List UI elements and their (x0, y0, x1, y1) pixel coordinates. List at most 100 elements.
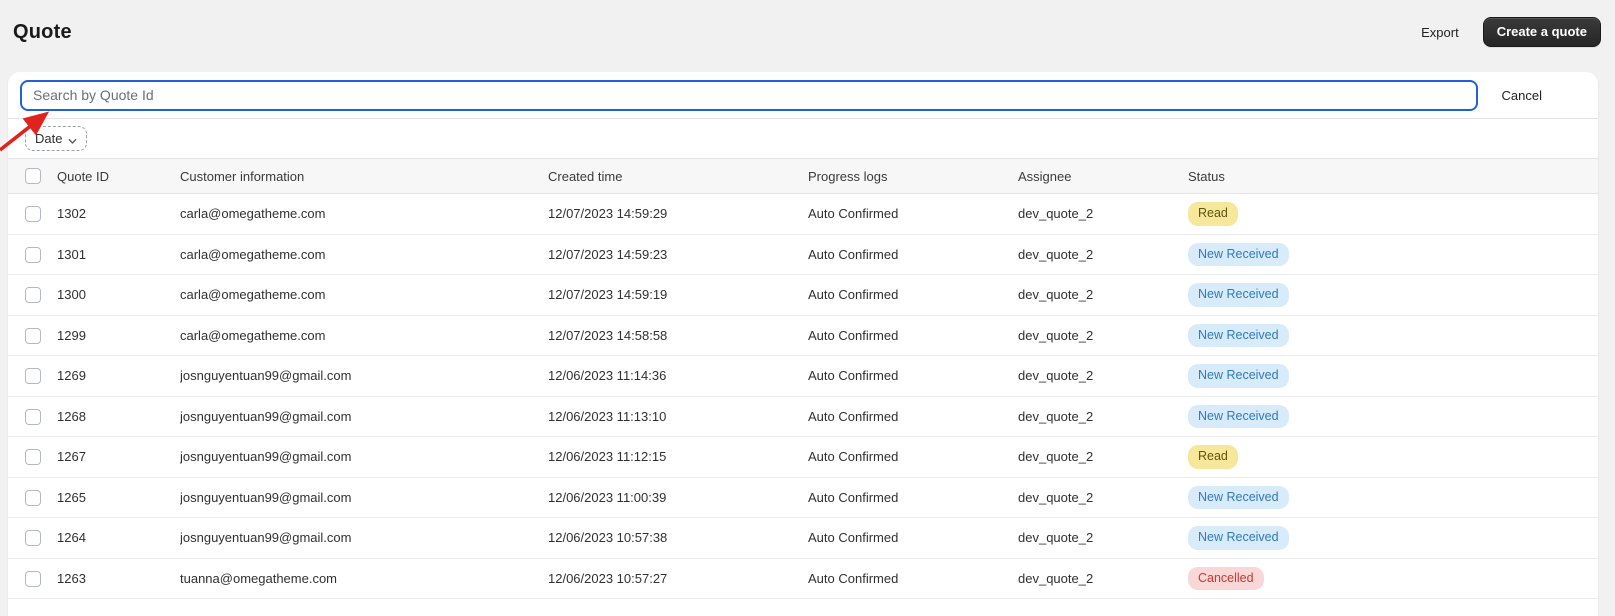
chevron-down-icon (68, 134, 77, 144)
search-input[interactable] (20, 79, 1478, 111)
customer-cell: josnguyentuan99@gmail.com (180, 530, 352, 546)
customer-cell: carla@omegatheme.com (180, 287, 326, 303)
customer-cell: josnguyentuan99@gmail.com (180, 408, 352, 424)
progress-logs-cell: Auto Confirmed (808, 570, 899, 586)
quotes-card: Cancel Date Quote ID Customer informatio… (8, 72, 1598, 616)
created-time-cell: 12/06/2023 11:13:10 (548, 408, 667, 424)
table-body: 1302 carla@omegatheme.com 12/07/2023 14:… (8, 194, 1598, 599)
progress-logs-cell: Auto Confirmed (808, 287, 899, 303)
created-time-cell: 12/06/2023 11:14:36 (548, 368, 667, 384)
quote-id-cell: 1302 (57, 206, 86, 222)
row-checkbox[interactable] (25, 206, 41, 223)
progress-logs-cell: Auto Confirmed (808, 489, 899, 505)
status-badge: New Received (1188, 283, 1289, 307)
status-badge: New Received (1188, 404, 1289, 428)
table-row[interactable]: 1268 josnguyentuan99@gmail.com 12/06/202… (8, 396, 1598, 437)
assignee-cell: dev_quote_2 (1018, 246, 1094, 262)
created-time-cell: 12/06/2023 10:57:27 (548, 570, 668, 586)
search-row: Cancel (8, 72, 1598, 119)
assignee-cell: dev_quote_2 (1018, 327, 1094, 343)
quote-id-cell: 1268 (57, 408, 86, 424)
quote-id-cell: 1301 (57, 246, 86, 262)
progress-logs-cell: Auto Confirmed (808, 327, 899, 343)
select-all-checkbox[interactable] (25, 168, 41, 185)
date-filter-button[interactable]: Date (25, 126, 88, 151)
assignee-cell: dev_quote_2 (1018, 449, 1094, 465)
row-checkbox[interactable] (25, 246, 41, 263)
assignee-cell: dev_quote_2 (1018, 530, 1094, 546)
row-checkbox[interactable] (25, 327, 41, 344)
customer-cell: josnguyentuan99@gmail.com (180, 489, 352, 505)
assignee-cell: dev_quote_2 (1018, 206, 1094, 222)
page-title: Quote (13, 20, 72, 43)
column-header-created-time: Created time (548, 168, 623, 184)
assignee-cell: dev_quote_2 (1018, 408, 1094, 424)
quote-id-cell: 1300 (57, 287, 86, 303)
customer-cell: carla@omegatheme.com (180, 206, 326, 222)
table-row[interactable]: 1300 carla@omegatheme.com 12/07/2023 14:… (8, 275, 1598, 316)
quote-id-cell: 1267 (57, 449, 86, 465)
assignee-cell: dev_quote_2 (1018, 570, 1094, 586)
customer-cell: josnguyentuan99@gmail.com (180, 368, 352, 384)
assignee-cell: dev_quote_2 (1018, 287, 1094, 303)
quote-id-cell: 1264 (57, 530, 86, 546)
column-header-progress-logs: Progress logs (808, 168, 888, 184)
customer-cell: tuanna@omegatheme.com (180, 570, 338, 586)
quote-id-cell: 1299 (57, 327, 86, 343)
table-row[interactable]: 1267 josnguyentuan99@gmail.com 12/06/202… (8, 437, 1598, 478)
customer-cell: josnguyentuan99@gmail.com (180, 449, 352, 465)
status-badge: Read (1188, 445, 1238, 469)
progress-logs-cell: Auto Confirmed (808, 408, 899, 424)
created-time-cell: 12/07/2023 14:59:23 (548, 246, 668, 262)
progress-logs-cell: Auto Confirmed (808, 368, 899, 384)
column-header-quote-id: Quote ID (57, 168, 110, 184)
table-row[interactable]: 1265 josnguyentuan99@gmail.com 12/06/202… (8, 477, 1598, 518)
status-badge: New Received (1188, 242, 1289, 266)
status-badge: New Received (1188, 364, 1289, 388)
table-row[interactable]: 1269 josnguyentuan99@gmail.com 12/06/202… (8, 356, 1598, 397)
progress-logs-cell: Auto Confirmed (808, 449, 899, 465)
created-time-cell: 12/07/2023 14:58:58 (548, 327, 668, 343)
customer-cell: carla@omegatheme.com (180, 327, 326, 343)
progress-logs-cell: Auto Confirmed (808, 530, 899, 546)
quote-id-cell: 1263 (57, 570, 86, 586)
status-badge: New Received (1188, 323, 1289, 347)
created-time-cell: 12/06/2023 10:57:38 (548, 530, 668, 546)
assignee-cell: dev_quote_2 (1018, 489, 1094, 505)
created-time-cell: 12/06/2023 11:00:39 (548, 489, 667, 505)
row-checkbox[interactable] (25, 287, 41, 304)
create-quote-button[interactable]: Create a quote (1482, 17, 1601, 47)
row-checkbox[interactable] (25, 530, 41, 547)
quote-id-cell: 1269 (57, 368, 86, 384)
quote-id-cell: 1265 (57, 489, 86, 505)
table-row[interactable]: 1301 carla@omegatheme.com 12/07/2023 14:… (8, 234, 1598, 275)
cancel-button[interactable]: Cancel (1502, 88, 1542, 103)
customer-cell: carla@omegatheme.com (180, 246, 326, 262)
row-checkbox[interactable] (25, 368, 41, 385)
column-header-assignee: Assignee (1018, 168, 1072, 184)
row-checkbox[interactable] (25, 408, 41, 425)
created-time-cell: 12/07/2023 14:59:29 (548, 206, 668, 222)
created-time-cell: 12/07/2023 14:59:19 (548, 287, 668, 303)
row-checkbox[interactable] (25, 449, 41, 466)
topbar: Quote Export Create a quote (0, 0, 1615, 64)
status-badge: Cancelled (1188, 566, 1264, 590)
column-header-customer: Customer information (180, 168, 305, 184)
progress-logs-cell: Auto Confirmed (808, 246, 899, 262)
status-badge: New Received (1188, 526, 1289, 550)
row-checkbox[interactable] (25, 570, 41, 587)
filter-row: Date (8, 119, 1598, 158)
table-row[interactable]: 1263 tuanna@omegatheme.com 12/06/2023 10… (8, 558, 1598, 599)
status-badge: New Received (1188, 485, 1289, 509)
column-header-status: Status (1188, 168, 1225, 184)
row-checkbox[interactable] (25, 489, 41, 506)
date-filter-label: Date (35, 131, 63, 146)
table-row[interactable]: 1299 carla@omegatheme.com 12/07/2023 14:… (8, 315, 1598, 356)
export-button[interactable]: Export (1419, 21, 1461, 44)
progress-logs-cell: Auto Confirmed (808, 206, 899, 222)
created-time-cell: 12/06/2023 11:12:15 (548, 449, 667, 465)
topbar-actions: Export Create a quote (1419, 17, 1601, 47)
status-badge: Read (1188, 202, 1238, 226)
table-row[interactable]: 1302 carla@omegatheme.com 12/07/2023 14:… (8, 194, 1598, 235)
table-row[interactable]: 1264 josnguyentuan99@gmail.com 12/06/202… (8, 518, 1598, 559)
